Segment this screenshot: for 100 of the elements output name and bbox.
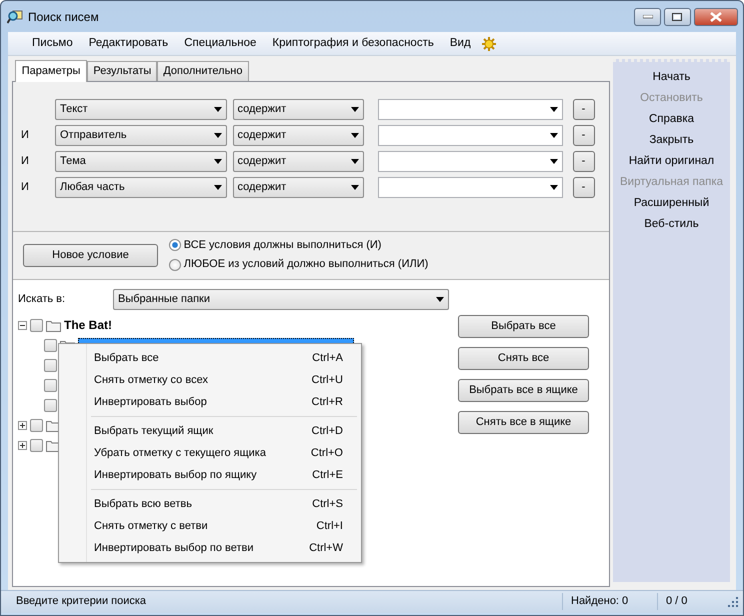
sidebar-action[interactable]: Найти оригинал [613,151,730,172]
caret-icon [350,133,358,138]
sidebar-action[interactable]: Справка [613,109,730,130]
menu-item[interactable]: Снять отметку с ветви Ctrl+I [61,515,359,537]
operator-dropdown[interactable]: содержит [232,151,364,172]
radio-label[interactable]: ЛЮБОЕ из условий должно выполниться (ИЛИ) [184,256,428,273]
caret-icon [350,185,358,190]
field-dropdown[interactable]: Отправитель [55,125,227,146]
expand-icon[interactable] [18,440,27,450]
counter: 0 / 0 [657,593,699,610]
found-count: Найдено: 0 [562,593,657,610]
menu-item[interactable]: Инвертировать выбор по ветви Ctrl+W [61,537,359,559]
sidebar-action[interactable]: Веб-стиль [613,214,730,235]
menu-item[interactable]: Убрать отметку с текущего ящика Ctrl+O [61,442,359,464]
shortcut-label: Ctrl+U [312,372,343,388]
checkbox[interactable] [44,358,57,372]
close-icon [710,12,722,22]
folder-dropdown[interactable]: Выбранные папки [113,288,449,310]
select-button[interactable]: Снять все [458,347,589,370]
gear-icon[interactable] [481,36,498,52]
search-in-label: Искать в: [18,292,66,307]
minimize-icon [642,14,652,18]
caret-icon [550,107,558,112]
resize-grip-icon[interactable] [728,596,738,606]
shortcut-label: Ctrl+S [312,496,343,512]
menu-item[interactable]: Криптография и безопасность [264,32,442,56]
tree-node[interactable]: The Bat! [64,316,112,334]
sidebar-action[interactable]: Начать [613,67,730,88]
shortcut-label: Ctrl+E [312,468,343,483]
shortcut-label: Ctrl+I [316,518,343,534]
minimize-button[interactable] [634,8,661,26]
shortcut-label: Ctrl+R [312,394,343,410]
checkbox[interactable] [44,338,57,352]
menu-item[interactable]: Инвертировать выбор по ящику Ctrl+E [61,464,359,486]
maximize-button[interactable] [664,8,691,26]
checkbox[interactable] [30,318,43,332]
tab[interactable]: Параметры [14,60,88,82]
select-button[interactable]: Снять все в ящике [458,411,589,434]
connector-label: И [21,129,29,142]
collapse-icon[interactable] [18,320,27,330]
caret-icon [550,185,558,190]
caret-icon [550,133,558,138]
remove-button[interactable]: - [572,125,594,146]
value-combobox[interactable] [378,99,562,120]
menu-item[interactable]: Выбрать текущий ящик Ctrl+D [61,420,359,442]
value-combobox[interactable] [378,125,562,146]
caret-icon [550,159,558,164]
tab[interactable]: Дополнительно [157,61,248,80]
menu-item[interactable]: Снять отметку со всех Ctrl+U [61,369,359,391]
search-icon [6,8,22,24]
caret-icon [436,296,444,302]
operator-dropdown[interactable]: содержит [232,177,364,198]
checkbox[interactable] [44,378,57,392]
field-dropdown[interactable]: Тема [55,151,227,172]
operator-dropdown[interactable]: содержит [232,99,364,120]
caret-icon [214,107,222,112]
checkbox[interactable] [44,398,57,412]
connector-label: И [21,155,29,168]
new-condition-button[interactable]: Новое условие [23,244,158,266]
tab[interactable]: Результаты [87,61,158,80]
menu-item[interactable]: Вид [442,32,479,56]
menu-item[interactable]: Выбрать все Ctrl+A [61,347,359,369]
maximize-icon [672,12,682,20]
shortcut-label: Ctrl+O [310,446,343,461]
checkbox[interactable] [30,438,43,452]
shortcut-label: Ctrl+W [309,540,343,556]
radio-button[interactable] [169,258,181,271]
menu-item[interactable]: Выбрать всю ветвь Ctrl+S [61,493,359,515]
radio-label[interactable]: ВСЕ условия должны выполниться (И) [184,237,382,254]
menu-item[interactable]: Специальное [176,32,264,56]
sidebar-action[interactable]: Закрыть [613,130,730,151]
menu-item[interactable]: Редактировать [80,32,176,56]
expand-icon[interactable] [18,420,27,430]
caret-icon [214,159,222,164]
select-button[interactable]: Выбрать все в ящике [458,379,589,402]
field-dropdown[interactable]: Текст [55,99,227,120]
caret-icon [214,133,222,138]
value-combobox[interactable] [378,177,562,198]
operator-dropdown[interactable]: содержит [232,125,364,146]
shortcut-label: Ctrl+A [312,350,343,366]
window-title: Поиск писем [28,8,99,26]
remove-button[interactable]: - [572,177,594,198]
caret-icon [350,159,358,164]
caret-icon [350,107,358,112]
shortcut-label: Ctrl+D [312,424,343,439]
checkbox[interactable] [30,418,43,432]
caret-icon [214,185,222,190]
radio-button[interactable] [169,239,181,252]
sidebar-action[interactable]: Расширенный [613,193,730,214]
connector-label: И [21,181,29,194]
select-button[interactable]: Выбрать все [458,315,589,338]
menu-item[interactable]: Письмо [24,32,81,56]
folder-icon [46,318,61,332]
value-combobox[interactable] [378,151,562,172]
remove-button[interactable]: - [572,151,594,172]
close-button[interactable] [694,8,738,26]
remove-button[interactable]: - [572,99,594,120]
menu-item[interactable]: Инвертировать выбор Ctrl+R [61,391,359,413]
field-dropdown[interactable]: Любая часть [55,177,227,198]
status-message: Введите критерии поиска [15,594,148,610]
